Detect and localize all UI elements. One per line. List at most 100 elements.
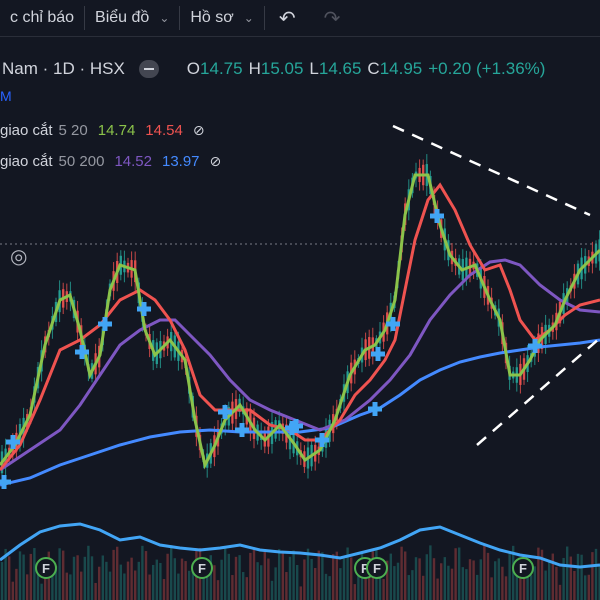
volume-bar <box>18 551 22 600</box>
volume-bar <box>580 554 583 600</box>
volume-bar <box>504 576 508 600</box>
volume-bar <box>472 560 475 600</box>
legend-partial-label: M <box>0 88 12 104</box>
volume-bar <box>180 558 184 600</box>
volume-bar <box>292 550 295 600</box>
cross-marker <box>372 402 378 416</box>
volume-bar <box>256 562 259 600</box>
indicator-name: giao cắt <box>0 152 53 170</box>
volume-bar <box>119 564 122 600</box>
indicator-value-fast: 14.52 <box>114 152 152 170</box>
volume-bar <box>479 559 482 600</box>
volume-bar <box>396 562 400 600</box>
volume-bar <box>281 551 284 600</box>
volume-bar <box>0 562 4 600</box>
indicator-value-fast: 14.74 <box>97 121 136 139</box>
event-marker-label: F <box>373 561 381 576</box>
volume-bar <box>220 559 223 600</box>
cross-marker <box>141 302 147 316</box>
volume-bar <box>72 556 76 600</box>
volume-bar <box>414 557 418 600</box>
volume-bar <box>69 574 72 600</box>
volume-bar <box>306 548 310 600</box>
undo-icon[interactable]: ↶ <box>265 6 310 31</box>
volume-bar <box>591 552 594 600</box>
volume-bar <box>224 545 227 600</box>
volume-bar <box>162 579 166 600</box>
volume-bar <box>173 558 176 600</box>
volume-bar <box>263 552 266 600</box>
indicator-params: 5 20 <box>58 121 88 139</box>
volume-bar <box>112 549 115 600</box>
symbol-name[interactable]: Nam · 1D · HSX <box>0 59 125 79</box>
volume-bar <box>144 551 148 600</box>
settings-icon[interactable]: ⊘ <box>193 122 205 139</box>
volume-bar <box>497 558 500 600</box>
volume-bar <box>594 548 598 600</box>
volume-bar <box>216 580 220 600</box>
volume-bar <box>137 561 140 600</box>
volume-bar <box>321 552 324 600</box>
volume-bar <box>152 564 155 600</box>
volume-bar <box>170 545 173 600</box>
volume-bar <box>288 556 292 600</box>
volume-bar <box>432 558 436 600</box>
volume-bar <box>314 567 317 600</box>
volume-bar <box>126 561 130 600</box>
event-marker-label: F <box>42 561 50 576</box>
volume-bar <box>245 577 248 600</box>
volume-bar <box>8 556 11 600</box>
volume-bar <box>317 550 320 600</box>
volume-bar <box>65 572 68 600</box>
indicator-legend-ma-50-200[interactable]: giao cắt 50 200 14.52 13.97 ⊘ <box>0 149 221 173</box>
redo-icon[interactable]: ↷ <box>310 6 355 31</box>
volume-bar <box>123 573 126 600</box>
volume-bar <box>476 574 479 600</box>
symbol-legend: Nam · 1D · HSX O 14.75 H 15.05 L 14.65 C 14.… <box>0 54 600 84</box>
volume-bar <box>407 575 410 600</box>
change-value: +0.20 (+1.36%) <box>428 59 546 78</box>
volume-bar <box>537 547 540 600</box>
volume-bar <box>40 583 43 600</box>
volume-bar <box>382 578 385 600</box>
cross-marker <box>319 433 325 447</box>
volume-bar <box>296 564 299 600</box>
volume-bar <box>548 560 551 600</box>
volume-bar <box>26 574 29 600</box>
volume-bar <box>116 546 119 600</box>
chart-type-dropdown[interactable]: Biểu đồ ⌄ <box>85 0 179 36</box>
cross-marker <box>434 209 440 223</box>
hidden-eye-icon[interactable]: ◎ <box>10 244 27 269</box>
cross-marker <box>10 435 16 449</box>
volume-bar <box>274 567 277 600</box>
cross-marker <box>102 317 108 331</box>
volume-bar <box>332 554 335 600</box>
high-value: 15.05 <box>260 59 304 78</box>
volume-bar <box>486 552 490 600</box>
volume-bar <box>569 556 572 600</box>
indicator-value-slow: 14.54 <box>145 121 183 139</box>
indicators-button[interactable]: c chỉ báo <box>0 0 84 36</box>
volume-bar <box>227 553 230 600</box>
indicator-params: 50 200 <box>58 152 105 170</box>
cross-marker <box>239 423 245 437</box>
volume-bar <box>105 561 108 600</box>
volume-bar <box>573 570 576 600</box>
collapse-legend-button[interactable] <box>138 60 159 78</box>
indicator-legend-ma-5-20[interactable]: giao cắt 5 20 14.74 14.54 ⊘ <box>0 118 205 142</box>
volume-bar <box>155 559 158 600</box>
volume-bar <box>418 558 421 600</box>
profile-dropdown[interactable]: Hồ sơ ⌄ <box>180 0 263 36</box>
settings-icon[interactable]: ⊘ <box>210 153 222 170</box>
volume-bar <box>260 565 263 600</box>
volume-bar <box>130 557 133 600</box>
volume-bar <box>188 570 191 600</box>
volume-bar <box>303 559 306 600</box>
indicators-label: c chỉ báo <box>10 9 75 26</box>
volume-bar <box>148 574 151 600</box>
volume-bar <box>576 553 580 600</box>
indicator-name: giao cắt <box>0 121 53 139</box>
volume-bar <box>494 561 497 600</box>
volume-bar <box>566 546 569 600</box>
volume-bar <box>87 545 90 600</box>
